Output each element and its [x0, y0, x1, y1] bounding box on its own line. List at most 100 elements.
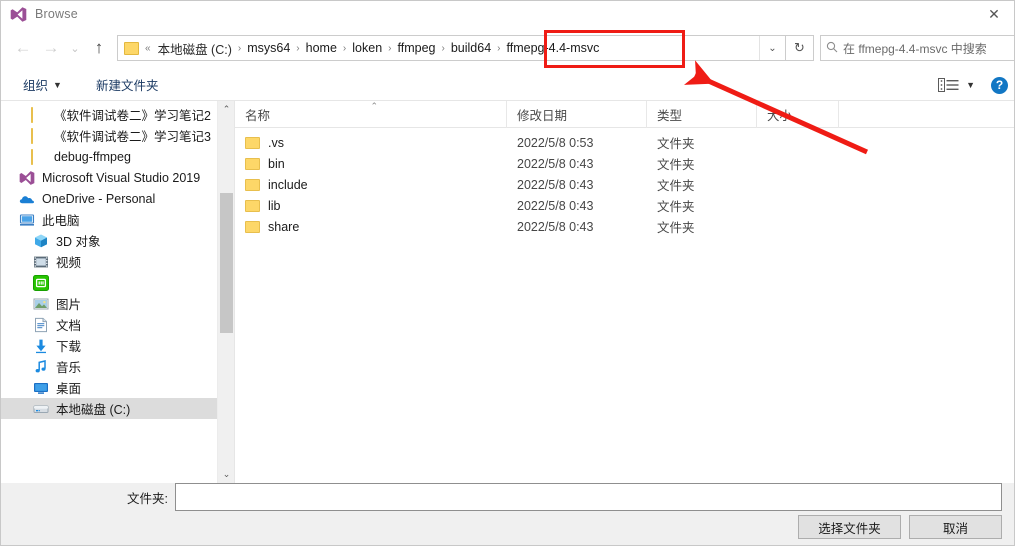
sidebar-item-label: 《软件调试卷二》学习笔记3 — [54, 130, 211, 144]
breadcrumb-separator[interactable]: › — [385, 43, 394, 54]
visual-studio-icon — [10, 6, 27, 23]
folder-icon — [31, 106, 47, 123]
documents-icon — [33, 317, 49, 333]
select-folder-button[interactable]: 选择文件夹 — [798, 515, 901, 539]
sidebar-item-label: 文档 — [56, 319, 82, 333]
folder-icon — [245, 136, 260, 149]
sidebar-item[interactable]: 文档 — [1, 314, 234, 335]
table-row[interactable]: .vs 2022/5/8 0:53 文件夹 — [235, 132, 1014, 153]
sidebar-item[interactable]: 此电脑 — [1, 209, 234, 230]
scrollbar-thumb[interactable] — [220, 193, 233, 333]
scroll-down-icon[interactable]: ⌄ — [218, 466, 234, 483]
cancel-button[interactable]: 取消 — [909, 515, 1002, 539]
table-row[interactable]: lib 2022/5/8 0:43 文件夹 — [235, 195, 1014, 216]
sidebar-item[interactable]: OneDrive - Personal — [1, 188, 234, 209]
sidebar-item[interactable] — [1, 272, 234, 293]
breadcrumb-item[interactable]: ffmepg-4.4-msvc — [504, 41, 603, 55]
breadcrumb-separator[interactable]: › — [293, 43, 302, 54]
sidebar-item[interactable]: 桌面 — [1, 377, 234, 398]
file-name-cell: lib — [235, 199, 507, 213]
sidebar-item[interactable]: 视频 — [1, 251, 234, 272]
file-date-cell: 2022/5/8 0:43 — [517, 219, 594, 234]
breadcrumb-item[interactable]: loken — [349, 41, 385, 55]
column-header[interactable]: 名称 ⌃ — [235, 101, 507, 128]
file-type-cell: 文件夹 — [657, 137, 695, 151]
column-header-label: 修改日期 — [517, 108, 568, 123]
sidebar-item-label: 此电脑 — [42, 214, 80, 228]
file-date-cell: 2022/5/8 0:43 — [517, 156, 594, 171]
column-headers: 名称 ⌃ 修改日期 类型 大小 — [235, 101, 1014, 128]
breadcrumb-separator[interactable]: › — [235, 43, 244, 54]
table-row[interactable]: bin 2022/5/8 0:43 文件夹 — [235, 153, 1014, 174]
sidebar-item[interactable]: 音乐 — [1, 356, 234, 377]
folder-field-label: 文件夹: — [127, 492, 168, 506]
recent-locations-button[interactable]: ⌄ — [65, 33, 85, 63]
address-bar[interactable]: « 本地磁盘 (C:) › msys64 › home › loken › ffmpeg › bui… — [117, 35, 786, 61]
sidebar-item[interactable]: 3D 对象 — [1, 230, 234, 251]
sidebar-item[interactable]: 下载 — [1, 335, 234, 356]
organize-label: 组织 — [23, 79, 49, 93]
local-disk-icon — [33, 401, 49, 417]
file-list-pane: 名称 ⌃ 修改日期 类型 大小 .vs 2022/5/8 0:53 文件夹 bin 2022/5… — [235, 101, 1014, 483]
sidebar-item-label: 下载 — [56, 340, 82, 354]
breadcrumb-item[interactable]: home — [303, 41, 340, 55]
help-icon[interactable]: ? — [991, 76, 1008, 94]
navigation-pane: 《软件调试卷二》学习笔记2 《软件调试卷二》学习笔记3 debug-ffmpeg Mi… — [1, 101, 234, 483]
refresh-button[interactable]: ↻ — [786, 35, 814, 61]
sidebar-item[interactable]: 《软件调试卷二》学习笔记2 — [1, 104, 234, 125]
scroll-up-icon[interactable]: ⌃ — [218, 101, 234, 118]
folder-icon — [31, 127, 47, 144]
folder-input[interactable] — [175, 483, 1002, 511]
title-bar: Browse ✕ — [1, 1, 1014, 27]
search-placeholder: 在 ffmepg-4.4-msvc 中搜索 — [843, 41, 987, 56]
sidebar-item[interactable]: 《软件调试卷二》学习笔记3 — [1, 125, 234, 146]
breadcrumb-separator[interactable]: › — [340, 43, 349, 54]
column-header-label: 大小 — [767, 108, 793, 123]
search-box[interactable]: 在 ffmepg-4.4-msvc 中搜索 — [820, 35, 1014, 61]
breadcrumb-item[interactable]: build64 — [448, 41, 494, 55]
folder-icon — [245, 199, 260, 212]
forward-button[interactable]: → — [37, 33, 65, 63]
command-bar: 组织 ▼ 新建文件夹 ▼ ? — [1, 69, 1014, 101]
sort-ascending-icon: ⌃ — [370, 101, 379, 111]
up-button[interactable]: ↑ — [85, 33, 113, 63]
view-chevron-down-icon[interactable]: ▼ — [966, 80, 975, 90]
onedrive-cloud-icon — [19, 191, 35, 207]
videos-icon — [33, 254, 49, 270]
file-name-label: include — [268, 177, 308, 192]
breadcrumb-item[interactable]: ffmpeg — [395, 41, 439, 55]
file-name-cell: share — [235, 220, 507, 234]
table-row[interactable]: include 2022/5/8 0:43 文件夹 — [235, 174, 1014, 195]
sidebar-item-label: 桌面 — [56, 382, 82, 396]
breadcrumb-item[interactable]: 本地磁盘 (C:) — [154, 39, 235, 58]
back-button[interactable]: ← — [9, 33, 37, 63]
pictures-icon — [33, 296, 49, 312]
sidebar-item[interactable]: 本地磁盘 (C:) — [1, 398, 234, 419]
file-name-label: .vs — [268, 135, 284, 150]
folder-icon — [31, 148, 47, 165]
list-view-icon[interactable] — [938, 77, 960, 93]
close-icon[interactable]: ✕ — [972, 1, 1014, 27]
new-folder-label: 新建文件夹 — [95, 79, 159, 93]
table-row[interactable]: share 2022/5/8 0:43 文件夹 — [235, 216, 1014, 237]
breadcrumb-separator[interactable]: › — [494, 43, 503, 54]
file-date-cell: 2022/5/8 0:43 — [517, 177, 594, 192]
breadcrumb-overflow[interactable]: « — [142, 43, 154, 54]
new-folder-button[interactable]: 新建文件夹 — [90, 75, 165, 94]
command-bar-right: ▼ ? — [938, 69, 1008, 101]
sidebar-item[interactable]: Microsoft Visual Studio 2019 — [1, 167, 234, 188]
column-header[interactable]: 类型 — [647, 101, 757, 128]
sidebar-item[interactable]: 图片 — [1, 293, 234, 314]
column-header[interactable]: 修改日期 — [507, 101, 647, 128]
address-dropdown-icon[interactable]: ⌄ — [759, 36, 785, 60]
sidebar-scrollbar[interactable]: ⌃ ⌄ — [217, 101, 234, 483]
file-name-cell: include — [235, 178, 507, 192]
sidebar-item-label: 音乐 — [56, 361, 82, 375]
green-app-icon — [33, 274, 49, 291]
breadcrumb-item[interactable]: msys64 — [244, 41, 293, 55]
column-header[interactable]: 大小 — [757, 101, 839, 128]
organize-button[interactable]: 组织 ▼ — [17, 75, 68, 94]
breadcrumb-separator[interactable]: › — [439, 43, 448, 54]
file-date-cell: 2022/5/8 0:53 — [517, 135, 594, 150]
sidebar-item[interactable]: debug-ffmpeg — [1, 146, 234, 167]
